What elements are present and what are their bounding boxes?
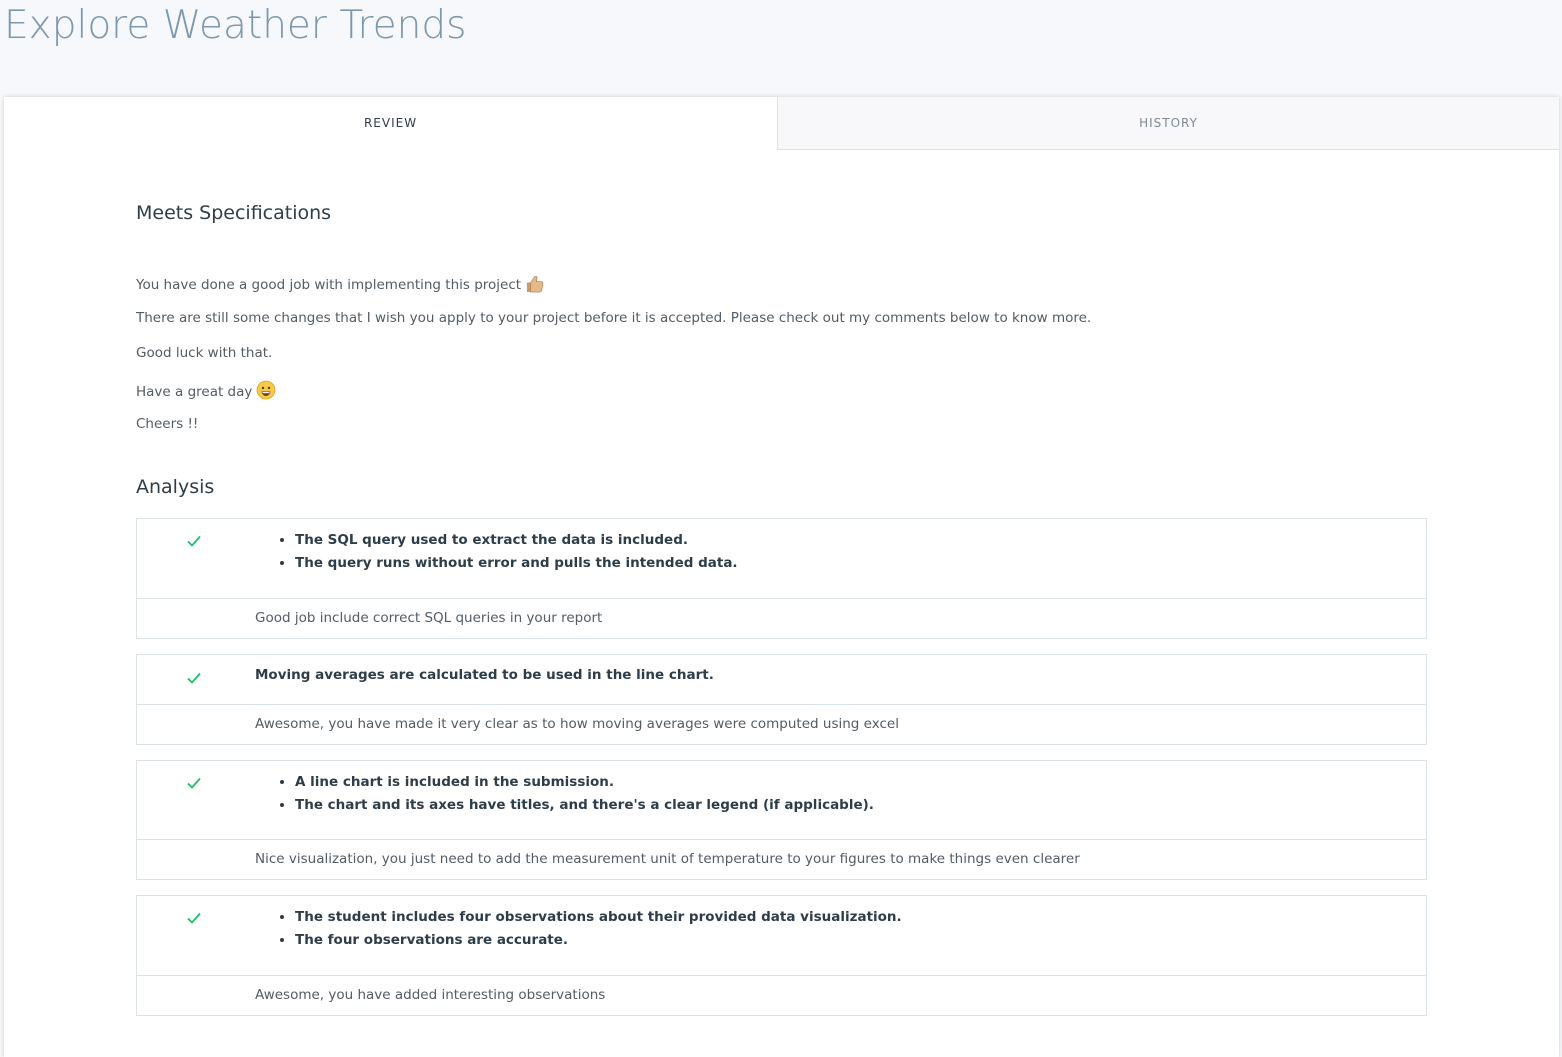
reviewer-comment: Good job include correct SQL queries in …	[255, 610, 603, 626]
criterion-comment-row: Awesome, you have added interesting obse…	[137, 975, 1426, 1015]
review-message-5: Cheers !!	[136, 416, 199, 432]
review-message-4: Have a great day	[136, 380, 276, 404]
criterion-3: A line chart is included in the submissi…	[136, 760, 1427, 880]
review-message-3: Good luck with that.	[136, 345, 273, 361]
criterion-1: The SQL query used to extract the data i…	[136, 518, 1427, 639]
criterion-bullet: The query runs without error and pulls t…	[295, 552, 738, 575]
tab-history[interactable]: HISTORY	[777, 97, 1559, 150]
check-icon	[187, 912, 201, 924]
criterion-bullets: A line chart is included in the submissi…	[277, 771, 874, 817]
criterion-bullet: A line chart is included in the submissi…	[295, 771, 874, 794]
tab-review[interactable]: REVIEW	[4, 97, 777, 150]
reviewer-comment: Awesome, you have made it very clear as …	[255, 716, 899, 732]
check-icon	[187, 777, 201, 789]
criterion-bullet: The chart and its axes have titles, and …	[295, 794, 874, 817]
criterion-2: Moving averages are calculated to be use…	[136, 654, 1427, 745]
review-message-1: You have done a good job with implementi…	[136, 274, 544, 297]
review-message-text: Have a great day	[136, 384, 253, 400]
smile-icon	[256, 380, 276, 404]
thumbs-up-icon	[525, 274, 544, 297]
page-title: Explore Weather Trends	[4, 3, 467, 48]
section-title-analysis: Analysis	[136, 476, 215, 498]
check-icon	[187, 535, 201, 547]
criterion-4: The student includes four observations a…	[136, 895, 1427, 1016]
criterion-bullet: The SQL query used to extract the data i…	[295, 529, 738, 552]
criterion-comment-row: Nice visualization, you just need to add…	[137, 839, 1426, 879]
review-card: REVIEW HISTORY Meets Specifications You …	[4, 97, 1559, 1057]
reviewer-comment: Awesome, you have added interesting obse…	[255, 987, 606, 1003]
tab-bar: REVIEW HISTORY	[4, 97, 1559, 150]
review-message-2: There are still some changes that I wish…	[136, 310, 1092, 326]
result-title: Meets Specifications	[136, 202, 332, 224]
reviewer-comment: Nice visualization, you just need to add…	[255, 851, 1080, 867]
criterion-bullets: The SQL query used to extract the data i…	[277, 529, 738, 575]
criterion-text: Moving averages are calculated to be use…	[255, 667, 714, 683]
criterion-comment-row: Awesome, you have made it very clear as …	[137, 704, 1426, 744]
criterion-comment-row: Good job include correct SQL queries in …	[137, 598, 1426, 638]
criterion-bullet: The student includes four observations a…	[295, 906, 902, 929]
check-icon	[187, 672, 201, 684]
criterion-bullet: The four observations are accurate.	[295, 929, 902, 952]
criterion-bullets: The student includes four observations a…	[277, 906, 902, 952]
review-message-text: You have done a good job with implementi…	[136, 277, 522, 293]
